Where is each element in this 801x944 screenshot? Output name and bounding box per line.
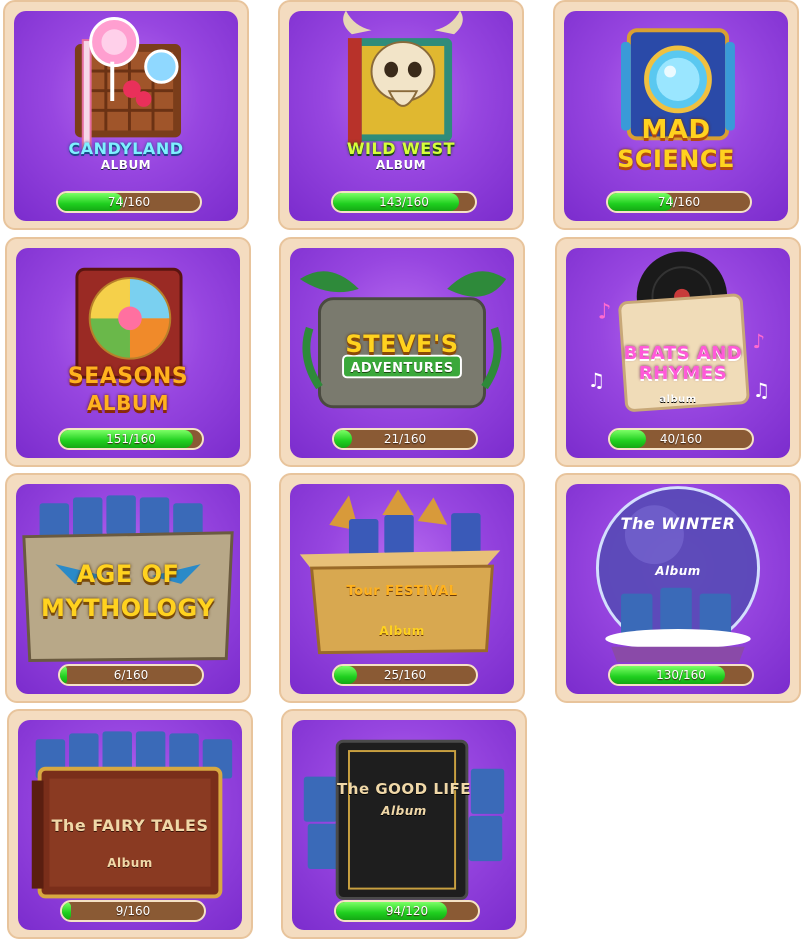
album-title: SEASONS [67,364,189,389]
album-card-fairy-tales[interactable]: The FAIRY TALES Album 9/160 [7,709,253,939]
album-card-seasons[interactable]: SEASONS ALBUM 151/160 [5,237,251,467]
svg-text:♪: ♪ [753,330,766,353]
progress-bar: 74/160 [56,191,202,213]
album-panel: The FAIRY TALES Album 9/160 [18,720,242,930]
progress-text: 74/160 [657,195,701,209]
progress-text: 74/160 [107,195,151,209]
album-card-wild-west[interactable]: WILD WEST ALBUM 143/160 [278,0,524,230]
album-card-tour-festival[interactable]: Tour FESTIVAL Album 25/160 [279,473,525,703]
progress-text: 40/160 [659,432,703,446]
album-title: CANDYLAND [68,139,184,158]
progress-text: 151/160 [106,432,156,446]
album-card-winter[interactable]: The WINTER Album 130/160 [555,473,801,703]
album-panel: AGE OF MYTHOLOGY 6/160 [16,484,240,694]
album-title: STEVE'S [345,330,459,358]
progress-text: 6/160 [113,668,149,682]
album-panel: STEVE'S ADVENTURES 21/160 [290,248,514,458]
svg-text:♪: ♪ [597,299,611,324]
progress-bar: 9/160 [60,900,206,922]
progress-text: 130/160 [656,668,706,682]
album-subtitle: MYTHOLOGY [40,594,215,622]
album-title: MAD [641,115,711,145]
progress-text: 143/160 [379,195,429,209]
album-card-good-life[interactable]: The GOOD LIFE Album 94/120 [281,709,527,939]
album-panel: SEASONS ALBUM 151/160 [16,248,240,458]
progress-bar: 94/120 [334,900,480,922]
album-card-age-of-mythology[interactable]: AGE OF MYTHOLOGY 6/160 [5,473,251,703]
album-panel: The WINTER Album 130/160 [566,484,790,694]
progress-bar: 143/160 [331,191,477,213]
album-title: The WINTER [620,514,736,533]
progress-text: 21/160 [383,432,427,446]
album-panel: CANDYLAND ALBUM 74/160 [14,11,238,221]
album-subtitle: album [659,394,697,405]
album-title: The FAIRY TALES [51,816,209,835]
progress-bar: 130/160 [608,664,754,686]
album-subtitle: ALBUM [375,158,427,172]
album-subtitle: Album [381,804,427,818]
album-title: The GOOD LIFE [337,780,471,798]
album-title: BEATS AND RHYMES [623,343,743,384]
progress-text: 25/160 [383,668,427,682]
album-card-steves-adventures[interactable]: STEVE'S ADVENTURES 21/160 [279,237,525,467]
progress-bar: 25/160 [332,664,478,686]
album-card-beats-and-rhymes[interactable]: ♪ ♪ ♫ ♫ BEATS AND RHYMES album 40/160 [555,237,801,467]
album-subtitle: ADVENTURES [350,361,454,376]
progress-text: 9/160 [115,904,151,918]
album-panel: The GOOD LIFE Album 94/120 [292,720,516,930]
album-card-mad-science[interactable]: MAD SCIENCE 74/160 [553,0,799,230]
album-subtitle: ALBUM [86,391,170,415]
album-card-candyland[interactable]: CANDYLAND ALBUM 74/160 [3,0,249,230]
album-subtitle: ALBUM [100,158,152,172]
fairy-book-icon [31,731,233,899]
progress-bar: 6/160 [58,664,204,686]
progress-bar: 40/160 [608,428,754,450]
svg-text:♫: ♫ [588,369,606,392]
album-title: Tour FESTIVAL [346,584,458,599]
album-title: AGE OF [76,560,180,588]
progress-bar: 151/160 [58,428,204,450]
progress-bar: 21/160 [332,428,478,450]
album-panel: WILD WEST ALBUM 143/160 [289,11,513,221]
album-title: WILD WEST [346,139,456,158]
album-panel: MAD SCIENCE 74/160 [564,11,788,221]
album-panel: ♪ ♪ ♫ ♫ BEATS AND RHYMES album 40/160 [566,248,790,458]
album-subtitle: SCIENCE [617,145,735,173]
album-subtitle: Album [107,856,153,870]
progress-text: 94/120 [385,904,429,918]
album-subtitle: Album [655,564,701,578]
album-panel: Tour FESTIVAL Album 25/160 [290,484,514,694]
progress-bar: 74/160 [606,191,752,213]
album-subtitle: Album [379,624,425,638]
